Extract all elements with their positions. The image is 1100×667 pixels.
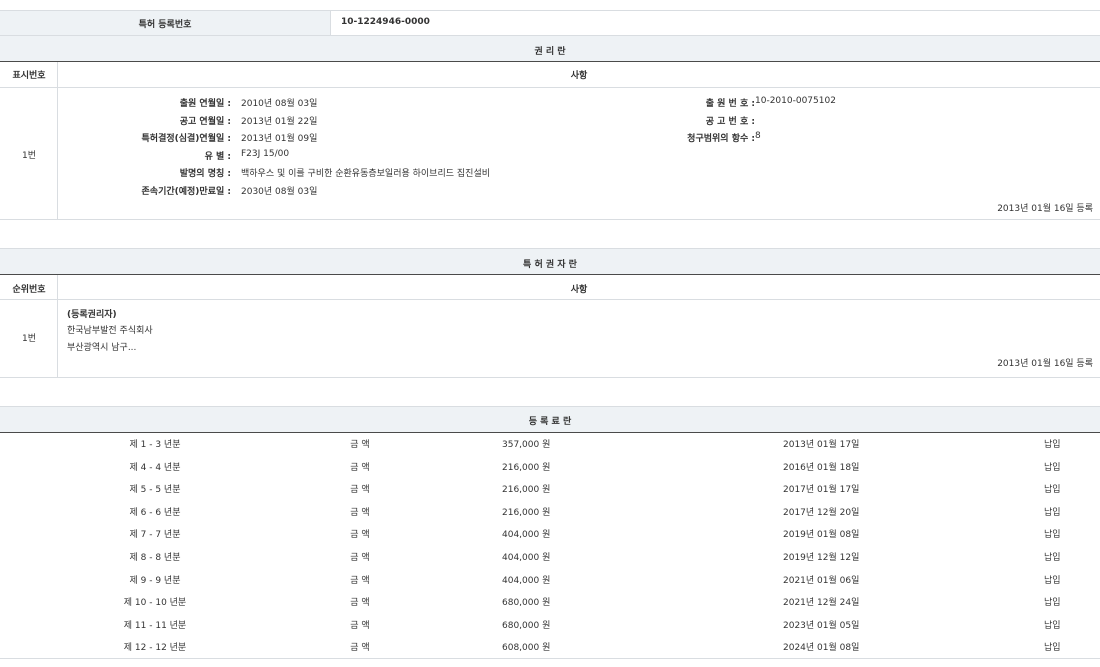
divider — [0, 219, 1100, 220]
field-value: 2013년 01월 09일 — [241, 131, 317, 144]
field-value: 10-2010-0075102 — [755, 96, 836, 106]
field-value: F23J 15/00 — [241, 149, 289, 159]
fee-period: 제 4 - 4 년분 — [55, 460, 255, 473]
divider — [0, 658, 1100, 659]
fee-paid-date: 2024년 01월 08일 — [783, 640, 859, 653]
field-value: 2030년 08월 03일 — [241, 184, 317, 197]
divider — [0, 299, 1100, 300]
field-value: 백하우스 및 이를 구비한 순환유동층보일러용 하이브리드 집진설비 — [241, 166, 490, 179]
fee-paid-date: 2016년 01월 18일 — [783, 460, 859, 473]
divider — [0, 10, 1100, 11]
field-label: 발명의 명칭 : — [180, 166, 231, 179]
fee-paid-date: 2017년 01월 17일 — [783, 482, 859, 495]
field-label: 유 별 : — [205, 149, 231, 162]
fee-paid-date: 2019년 12월 12일 — [783, 550, 859, 563]
divider — [0, 61, 1100, 62]
fee-amount: 608,000 원 — [502, 640, 550, 653]
fee-period: 제 5 - 5 년분 — [55, 482, 255, 495]
fee-status: 납입 — [1044, 595, 1061, 608]
field-value: 2010년 08월 03일 — [241, 96, 317, 109]
field-label: 출원 연월일 : — [180, 96, 231, 109]
field-value: 2013년 01월 22일 — [241, 114, 317, 127]
fee-paid-date: 2023년 01월 05일 — [783, 618, 859, 631]
fee-period: 제 6 - 6 년분 — [55, 505, 255, 518]
divider — [57, 275, 58, 377]
holders-col-no: 순위번호 — [0, 282, 58, 295]
rights-row-no: 1번 — [0, 148, 58, 161]
fee-amount-label: 금 액 — [300, 482, 420, 495]
fee-status: 납입 — [1044, 573, 1061, 586]
fee-amount-label: 금 액 — [300, 527, 420, 540]
fee-paid-date: 2019년 01월 08일 — [783, 527, 859, 540]
fees-title: 등 록 료 란 — [0, 414, 1100, 427]
fee-amount: 404,000 원 — [502, 527, 550, 540]
fee-amount: 216,000 원 — [502, 505, 550, 518]
divider — [0, 274, 1100, 275]
fee-amount-label: 금 액 — [300, 437, 420, 450]
fee-amount: 680,000 원 — [502, 618, 550, 631]
fee-amount: 357,000 원 — [502, 437, 550, 450]
fee-period: 제 12 - 12 년분 — [55, 640, 255, 653]
rights-col-item: 사항 — [58, 68, 1100, 81]
reg-no-value: 10-1224946-0000 — [341, 17, 430, 27]
field-label: 공 고 번 호 : — [706, 114, 755, 127]
fee-period: 제 9 - 9 년분 — [55, 573, 255, 586]
fee-paid-date: 2017년 12월 20일 — [783, 505, 859, 518]
fee-status: 납입 — [1044, 550, 1061, 563]
rights-reg-date: 2013년 01월 16일 등록 — [997, 201, 1093, 214]
divider — [0, 377, 1100, 378]
divider — [330, 10, 331, 35]
rights-title: 권 리 란 — [0, 44, 1100, 57]
fee-period: 제 7 - 7 년분 — [55, 527, 255, 540]
holders-row-no: 1번 — [0, 331, 58, 344]
fee-amount-label: 금 액 — [300, 505, 420, 518]
holder-address: 부산광역시 남구... — [67, 340, 136, 353]
fee-status: 납입 — [1044, 460, 1061, 473]
field-label: 공고 연월일 : — [180, 114, 231, 127]
fee-amount-label: 금 액 — [300, 618, 420, 631]
fee-status: 납입 — [1044, 618, 1061, 631]
holders-col-item: 사항 — [58, 282, 1100, 295]
fee-paid-date: 2021년 01월 06일 — [783, 573, 859, 586]
fee-status: 납입 — [1044, 527, 1061, 540]
fee-amount: 404,000 원 — [502, 573, 550, 586]
fee-amount-label: 금 액 — [300, 640, 420, 653]
fee-amount: 404,000 원 — [502, 550, 550, 563]
fee-status: 납입 — [1044, 482, 1061, 495]
fee-amount-label: 금 액 — [300, 550, 420, 563]
divider — [0, 432, 1100, 433]
fee-amount-label: 금 액 — [300, 460, 420, 473]
reg-no-label: 특허 등록번호 — [0, 17, 330, 30]
field-label: 존속기간(예정)만료일 : — [142, 184, 231, 197]
fee-amount: 216,000 원 — [502, 482, 550, 495]
fee-period: 제 10 - 10 년분 — [55, 595, 255, 608]
divider — [57, 62, 58, 219]
rights-col-no: 표시번호 — [0, 68, 58, 81]
fee-status: 납입 — [1044, 437, 1061, 450]
fee-paid-date: 2021년 12월 24일 — [783, 595, 859, 608]
fee-period: 제 8 - 8 년분 — [55, 550, 255, 563]
field-label: 출 원 번 호 : — [706, 96, 755, 109]
field-label: 특허결정(심결)연월일 : — [142, 131, 231, 144]
holder-name: 한국남부발전 주식회사 — [67, 323, 153, 336]
fee-status: 납입 — [1044, 640, 1061, 653]
divider — [0, 87, 1100, 88]
field-value: 8 — [755, 131, 761, 141]
holders-reg-date: 2013년 01월 16일 등록 — [997, 356, 1093, 369]
fee-status: 납입 — [1044, 505, 1061, 518]
fee-period: 제 1 - 3 년분 — [55, 437, 255, 450]
fee-amount: 216,000 원 — [502, 460, 550, 473]
field-label: 청구범위의 항수 : — [687, 131, 755, 144]
fee-amount-label: 금 액 — [300, 595, 420, 608]
fee-period: 제 11 - 11 년분 — [55, 618, 255, 631]
holder-type: (등록권리자) — [67, 307, 117, 320]
holders-title: 특 허 권 자 란 — [0, 257, 1100, 270]
fee-paid-date: 2013년 01월 17일 — [783, 437, 859, 450]
fee-amount-label: 금 액 — [300, 573, 420, 586]
fee-amount: 680,000 원 — [502, 595, 550, 608]
